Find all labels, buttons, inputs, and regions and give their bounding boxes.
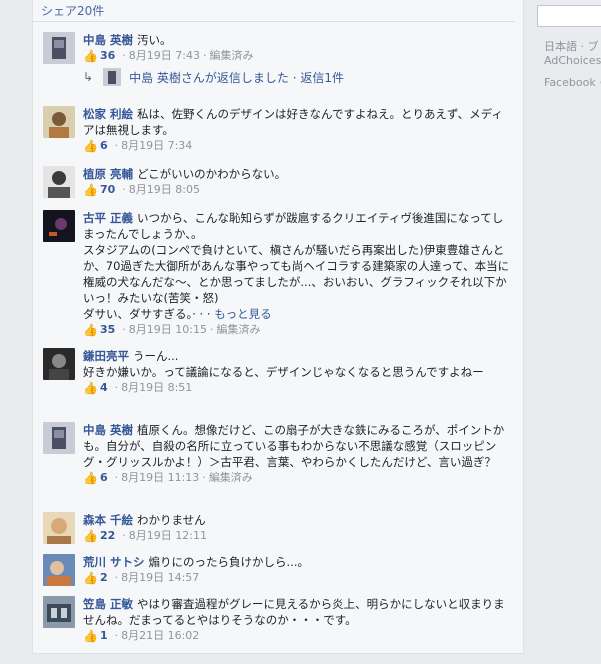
like-count[interactable]: 6 [100,138,108,154]
search-input[interactable] [537,5,601,27]
comment-author[interactable]: 中島 英樹 [83,423,133,437]
like-count[interactable]: 6 [100,470,108,486]
avatar[interactable] [43,106,75,138]
thumbs-up-icon[interactable]: 👍 [83,628,98,644]
thumbs-up-icon[interactable]: 👍 [83,182,98,198]
reply-avatar [103,68,122,86]
avatar[interactable] [43,512,75,544]
thumbs-up-icon[interactable]: 👍 [83,48,98,64]
see-more-link[interactable]: もっと見る [214,307,272,321]
thumbs-up-icon[interactable]: 👍 [83,570,98,586]
share-count-link[interactable]: シェア20件 [41,2,104,19]
comment-meta: 👍 2 · 8月19日 14:57 [83,570,200,586]
facebook-copyright: Facebook © [544,76,601,89]
comment-text: いつから、こんな恥知らずが跋扈するクリエイティヴ後進国になってしまったんでしょう… [83,211,504,241]
reply-arrow-icon: ↳ [83,70,94,84]
comments-panel: シェア20件 中島 英樹 汚い。 👍 36 · 8月19日 7:43 · 編集済み… [32,0,524,654]
comment-meta: 👍 1 · 8月21日 16:02 [83,628,200,644]
thumbs-up-icon[interactable]: 👍 [83,322,98,338]
comment-date[interactable]: 8月21日 16:02 [121,628,199,644]
edited-label[interactable]: 編集済み [209,48,253,64]
adchoices-link[interactable]: AdChoices [544,54,601,67]
comment-text: うーん... 好きか嫌いか。って議論になると、デザインじゃなくなると思うんですよ… [83,349,484,379]
like-count[interactable]: 4 [100,380,108,396]
comment-date[interactable]: 8月19日 8:51 [121,380,192,396]
reply-summary[interactable]: ↳ 中島 英樹さんが返信しました · 返信1件 [83,66,344,88]
avatar[interactable] [43,596,75,628]
comment-date[interactable]: 8月19日 8:05 [129,182,200,198]
comment-text: 植原くん。想像だけど、この扇子が大きな鉄にみるころが、ポイントかも。自分が、自殺… [83,423,505,469]
language-links[interactable]: 日本語 · ブ [544,39,599,54]
like-count[interactable]: 1 [100,628,108,644]
comment-date[interactable]: 8月19日 12:11 [129,528,207,544]
comment-date[interactable]: 8月19日 7:34 [121,138,192,154]
comment-text: スタジアムの(コンペで負けといて、槇さんが騒いだら再案出した)伊東豊雄さんとか、… [83,243,510,305]
comment-meta: 👍 35 · 8月19日 10:15 · 編集済み [83,322,261,338]
edited-label[interactable]: 編集済み [209,470,253,486]
avatar[interactable] [43,166,75,198]
comment-date[interactable]: 8月19日 7:43 [129,48,200,64]
comment-author[interactable]: 古平 正義 [83,211,133,225]
thumbs-up-icon[interactable]: 👍 [83,528,98,544]
comment-author[interactable]: 松家 利絵 [83,107,133,121]
comment-author[interactable]: 森本 千絵 [83,513,133,527]
comment-text: わかりません [137,513,206,527]
comment-text: ダサい、ダサすぎる。· · · [83,307,211,321]
thumbs-up-icon[interactable]: 👍 [83,470,98,486]
comment-meta: 👍 22 · 8月19日 12:11 [83,528,207,544]
avatar[interactable] [43,554,75,586]
right-column: 日本語 · ブ AdChoices Facebook © [537,0,601,664]
edited-label[interactable]: 編集済み [216,322,260,338]
thumbs-up-icon[interactable]: 👍 [83,380,98,396]
comment-text: 汚い。 [137,33,172,47]
like-count[interactable]: 2 [100,570,108,586]
reply-summary-text[interactable]: 中島 英樹さんが返信しました · 返信1件 [129,69,344,86]
like-count[interactable]: 36 [100,48,115,64]
comment-date[interactable]: 8月19日 14:57 [121,570,199,586]
comment-author[interactable]: 植原 亮輔 [83,167,133,181]
comment-meta: 👍 4 · 8月19日 8:51 [83,380,193,396]
thumbs-up-icon[interactable]: 👍 [83,138,98,154]
divider [33,21,515,22]
like-count[interactable]: 35 [100,322,115,338]
like-count[interactable]: 70 [100,182,115,198]
avatar[interactable] [43,32,75,64]
comment-text: 私は、佐野くんのデザインは好きなんですよねえ。とりあえず、メディアは無視します。 [83,107,503,137]
avatar[interactable] [43,348,75,380]
comment-author[interactable]: 笠島 正敏 [83,597,133,611]
comment-author[interactable]: 中島 英樹 [83,33,133,47]
comment-meta: 👍 36 · 8月19日 7:43 · 編集済み [83,48,254,64]
comment-author[interactable]: 荒川 サトシ [83,555,145,569]
comment-text: どこがいいのかわからない。 [137,167,287,181]
avatar[interactable] [43,422,75,454]
comment-text: 煽りにのったら負けかしら...。 [148,555,309,569]
comment-date[interactable]: 8月19日 11:13 [121,470,199,486]
comment-date[interactable]: 8月19日 10:15 [129,322,207,338]
comment-author[interactable]: 鎌田亮平 [83,349,129,363]
comment-meta: 👍 6 · 8月19日 7:34 [83,138,193,154]
comment-text: やはり審査過程がグレーに見えるから炎上、明らかにしないと収まりませんね。だまって… [83,597,505,627]
like-count[interactable]: 22 [100,528,115,544]
avatar[interactable] [43,210,75,242]
comment-meta: 👍 6 · 8月19日 11:13 · 編集済み [83,470,253,486]
comment-meta: 👍 70 · 8月19日 8:05 [83,182,200,198]
